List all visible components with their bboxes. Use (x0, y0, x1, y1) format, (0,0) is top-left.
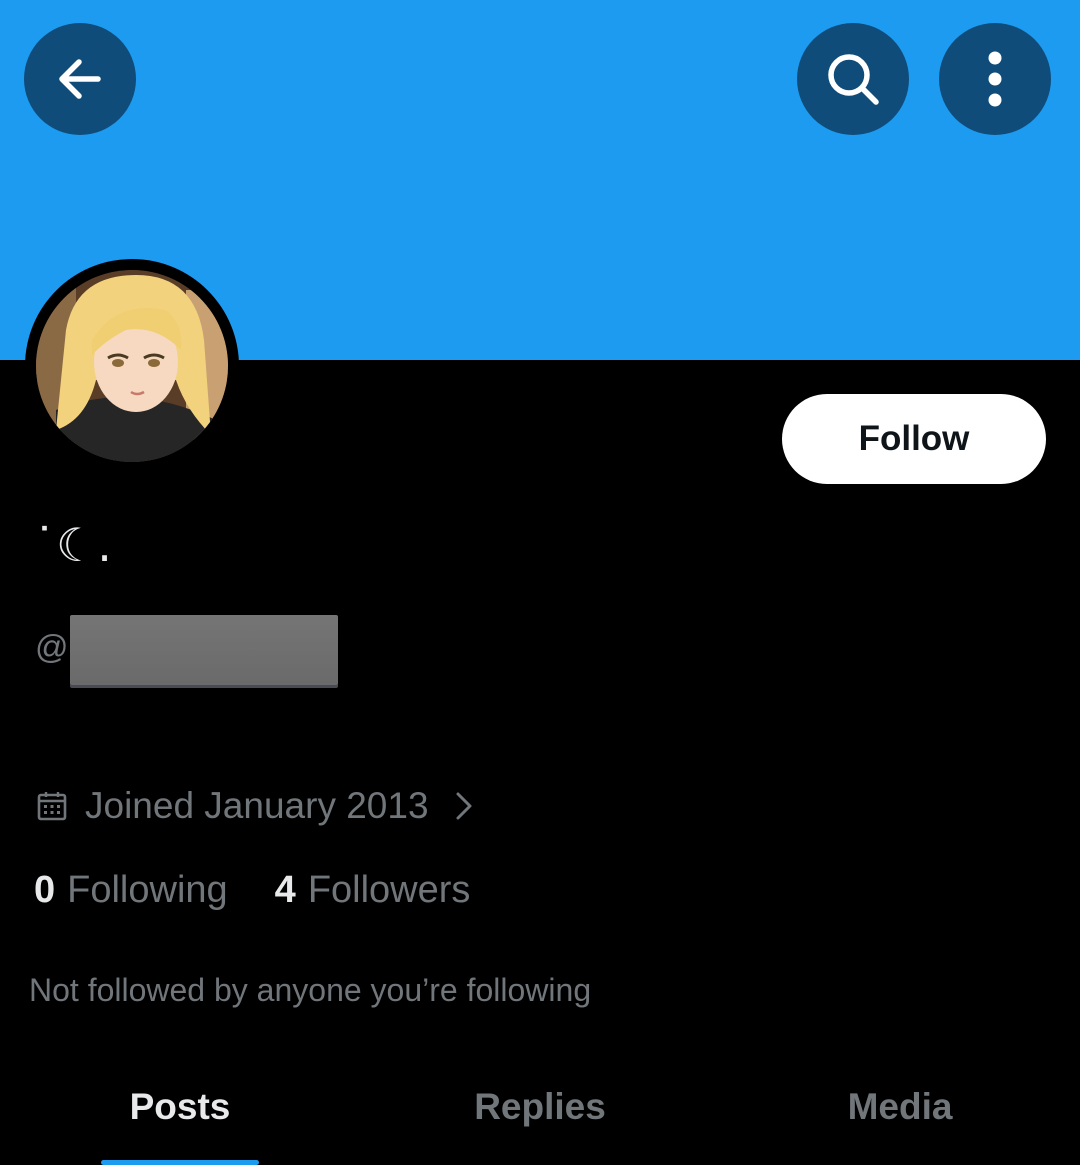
display-name: ˙☾. (33, 518, 112, 572)
avatar-image (36, 270, 228, 462)
following-label: Following (67, 868, 228, 911)
search-button[interactable] (797, 23, 909, 135)
followers-count: 4 (274, 868, 296, 911)
followed-by-text: Not followed by anyone you’re following (29, 972, 592, 1008)
tab-label: Posts (129, 1086, 231, 1127)
back-button[interactable] (24, 23, 136, 135)
joined-date-text: Joined January 2013 (85, 785, 429, 826)
more-vertical-icon (988, 51, 1002, 107)
joined-date-row[interactable]: Joined January 2013 (37, 780, 473, 832)
chevron-right-icon (455, 791, 473, 821)
followers-stat[interactable]: 4 Followers (275, 869, 471, 912)
handle-prefix: @ (35, 628, 69, 665)
handle-redacted-block (69, 615, 338, 685)
tab-media[interactable]: Media (720, 1070, 1080, 1165)
handle: @ (35, 615, 338, 685)
arrow-left-icon (59, 59, 101, 99)
profile-tabs: Posts Replies Media (0, 1070, 1080, 1165)
tab-label: Replies (474, 1086, 606, 1127)
followers-label: Followers (307, 868, 471, 911)
more-options-button[interactable] (939, 23, 1051, 135)
profile-page: Follow ˙☾. @ Joined January 2013 0 Follo… (0, 0, 1080, 1165)
follow-stats: 0 Following 4 Followers (34, 864, 470, 916)
calendar-icon (37, 792, 67, 821)
tab-replies[interactable]: Replies (360, 1070, 720, 1165)
tab-posts[interactable]: Posts (0, 1070, 360, 1165)
tab-label: Media (847, 1086, 953, 1127)
following-stat[interactable]: 0 Following (34, 869, 228, 912)
avatar[interactable] (25, 259, 239, 473)
search-icon (828, 54, 879, 105)
follow-button[interactable]: Follow (782, 394, 1046, 484)
active-tab-indicator (101, 1160, 259, 1165)
following-count: 0 (34, 868, 56, 911)
